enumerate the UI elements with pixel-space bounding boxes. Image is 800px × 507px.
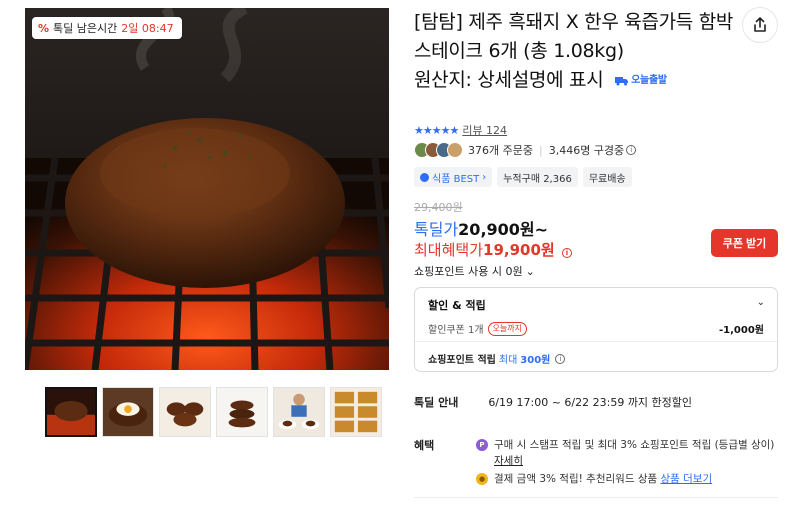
free-shipping-label: 무료배송 <box>588 173 626 185</box>
benefit-label: 혜택 <box>414 439 435 452</box>
share-icon <box>754 17 766 32</box>
hamburg-steak-photo <box>25 8 389 370</box>
points-earn-row: 쇼핑포인트 적립 최대 300원 i <box>428 351 566 366</box>
benefit-text-2: 결제 금액 3% 적립! 추천리워드 상품 <box>494 473 658 485</box>
benefit-list: P 구매 시 스탬프 적립 및 최대 3% 쇼핑포인트 적립 (등급별 상이) … <box>476 437 776 489</box>
point-coin-icon: P <box>476 439 488 451</box>
max-benefit-value: 19,900원 <box>483 241 555 259</box>
deal-price: 톡딜가20,900원~ <box>414 216 548 240</box>
truck-icon <box>615 76 629 85</box>
thumbnail-5[interactable] <box>273 387 325 437</box>
rating-row: ★★★★★ 리뷰 124 <box>414 122 507 138</box>
thumbnail-3[interactable] <box>159 387 211 437</box>
discount-panel: 할인 & 적립 ⌄ 할인쿠폰 1개 오늘까지 -1,000원 쇼핑포인트 적립 … <box>414 287 778 372</box>
best-badge-icon <box>420 172 429 182</box>
social-proof-row: 376개 주문중 | 3,446명 구경중 i <box>414 142 637 158</box>
deal-info-period: 6/19 17:00 ~ 6/22 23:59 까지 한정할인 <box>488 396 693 409</box>
avatar <box>447 142 463 158</box>
points-use-text: 쇼핑포인트 사용 시 0원 <box>414 265 523 278</box>
today-shipping-text: 오늘출발 <box>631 75 667 86</box>
purchase-count-tag: 누적구매 2,366 <box>497 167 578 187</box>
thumbnail-1[interactable] <box>45 387 97 437</box>
best-tag-label: 식품 BEST <box>432 173 480 185</box>
viewer-count: 3,446명 구경중 <box>548 144 625 157</box>
max-benefit-label: 최대혜택가 <box>414 241 484 259</box>
coupon-amount: -1,000원 <box>719 325 764 336</box>
benefit-item: P 구매 시 스탬프 적립 및 최대 3% 쇼핑포인트 적립 (등급별 상이) … <box>476 437 776 469</box>
points-earn-label: 쇼핑포인트 적립 <box>428 355 496 366</box>
benefit-item: ● 결제 금액 3% 적립! 추천리워드 상품 상품 더보기 <box>476 471 776 487</box>
chevron-right-icon: › <box>482 171 487 183</box>
product-title-block: [탐탐] 제주 흑돼지 X 한우 육즙가득 함박스테이크 6개 (총 1.08k… <box>414 8 734 95</box>
purchase-count-label: 누적구매 2,366 <box>503 173 572 185</box>
deal-info-row: 톡딜 안내 6/19 17:00 ~ 6/22 23:59 까지 한정할인 <box>414 394 692 410</box>
star-rating: ★★★★★ <box>414 123 459 137</box>
deal-timer-chip: % 톡딜 남은시간 2일 08:47 <box>32 17 182 39</box>
benefit-text-1: 구매 시 스탬프 적립 및 최대 3% 쇼핑포인트 적립 (등급별 상이) <box>494 439 775 451</box>
deal-price-label: 톡딜가 <box>414 220 459 239</box>
coupon-row: 할인쿠폰 1개 오늘까지 -1,000원 <box>428 321 764 336</box>
thumbnail-2[interactable] <box>102 387 154 437</box>
share-button[interactable] <box>742 7 778 43</box>
today-shipping-badge: 오늘출발 <box>615 66 667 95</box>
points-use-row[interactable]: 쇼핑포인트 사용 시 0원 ⌄ <box>414 263 535 279</box>
more-products-link[interactable]: 상품 더보기 <box>660 473 712 485</box>
max-benefit-price: 최대혜택가19,900원 i <box>414 239 572 260</box>
info-icon[interactable]: i <box>626 145 637 155</box>
chevron-down-icon: ⌄ <box>525 264 535 278</box>
review-link[interactable]: 리뷰 124 <box>462 122 507 138</box>
coupon-label: 할인쿠폰 1개 <box>428 325 484 336</box>
percent-icon: % <box>38 21 50 35</box>
thumbnail-strip <box>45 387 382 437</box>
deal-info-label: 톡딜 안내 <box>414 396 459 409</box>
thumbnail-6[interactable] <box>330 387 382 437</box>
free-shipping-tag: 무료배송 <box>582 167 632 187</box>
timer-label: 톡딜 남은시간 <box>53 22 118 35</box>
divider: | <box>538 143 543 157</box>
divider <box>414 497 778 498</box>
get-coupon-button[interactable]: 쿠폰 받기 <box>711 229 778 257</box>
points-max-label: 최대 <box>498 355 518 366</box>
timer-value: 2일 08:47 <box>121 22 174 35</box>
original-price: 29,400원 <box>414 201 463 214</box>
points-max-value: 300원 <box>520 355 551 366</box>
product-title: [탐탐] 제주 흑돼지 X 한우 육즙가득 함박스테이크 6개 (총 1.08k… <box>414 11 734 62</box>
buyer-avatars <box>414 142 463 158</box>
tag-row: 식품 BEST › 누적구매 2,366 무료배송 <box>414 167 632 187</box>
details-link[interactable]: 자세히 <box>494 455 523 467</box>
expiry-chip: 오늘까지 <box>487 321 527 336</box>
origin-label: 원산지: 상세설명에 표시 오늘출발 <box>414 69 667 91</box>
chevron-down-icon[interactable]: ⌄ <box>757 297 765 308</box>
deal-price-value: 20,900원~ <box>458 220 549 239</box>
main-product-image[interactable] <box>25 8 389 370</box>
best-tag[interactable]: 식품 BEST › <box>414 167 493 187</box>
thumbnail-4[interactable] <box>216 387 268 437</box>
divider <box>415 341 777 342</box>
info-icon[interactable]: i <box>555 353 566 364</box>
info-icon[interactable]: i <box>561 248 572 258</box>
reward-coin-icon: ● <box>476 473 488 485</box>
order-count: 376개 주문중 <box>468 144 533 157</box>
discount-panel-title: 할인 & 적립 <box>428 299 486 312</box>
origin-text: 원산지: 상세설명에 표시 <box>414 69 604 91</box>
